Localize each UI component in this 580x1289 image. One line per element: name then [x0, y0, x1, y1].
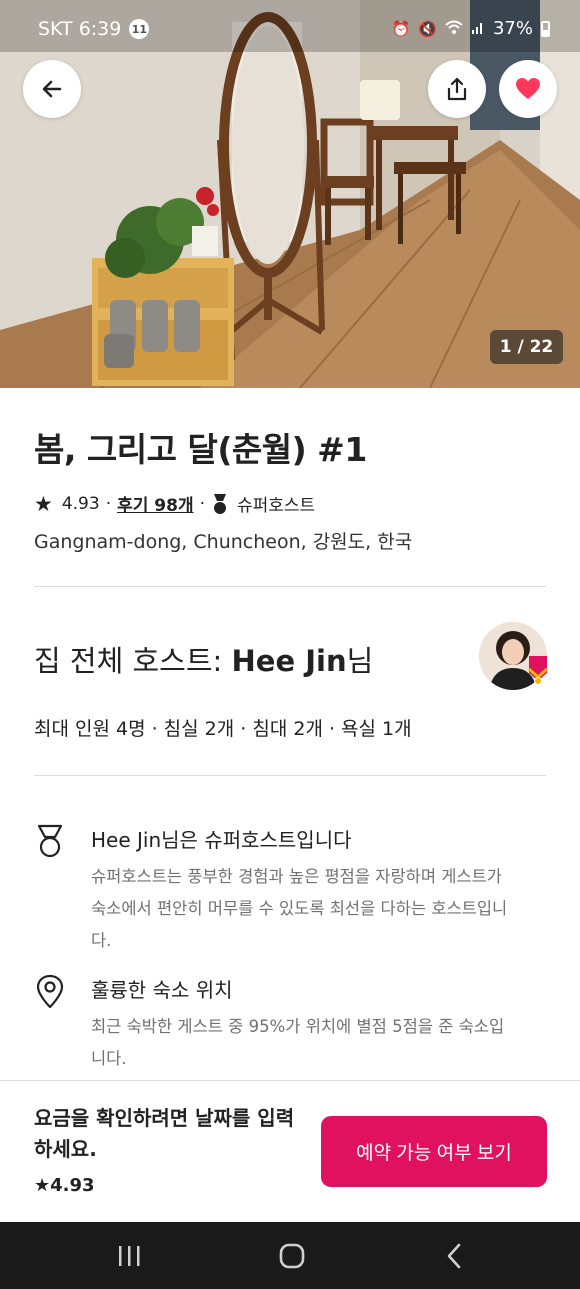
system-back-button[interactable] — [434, 1238, 474, 1274]
feature-title: 훌륭한 숙소 위치 — [91, 978, 233, 1002]
feature-title: Hee Jin님은 슈퍼호스트입니다 — [91, 828, 352, 852]
medal-icon — [37, 824, 63, 858]
host-name: Hee Jin — [231, 644, 347, 678]
superhost-medal-icon — [214, 493, 226, 514]
host-heading-prefix: 집 전체 호스트: — [34, 644, 232, 678]
feature-superhost: Hee Jin님은 슈퍼호스트입니다 슈퍼호스트는 풍부한 경험과 높은 평점을… — [34, 824, 534, 954]
home-button[interactable] — [272, 1238, 312, 1274]
divider — [34, 775, 546, 776]
carrier-time: SKT 6:39 — [38, 18, 122, 40]
superhost-label: 슈퍼호스트 — [237, 496, 316, 516]
star-icon: ★ — [34, 491, 53, 516]
reservation-bar: 요금을 확인하려면 날짜를 입력하세요. ★4.93 예약 가능 여부 보기 — [0, 1080, 580, 1222]
wifi-icon — [445, 20, 463, 38]
photo-counter: 1 / 22 — [490, 330, 563, 364]
status-left: SKT 6:39 11 — [38, 18, 150, 40]
status-right: ⏰ 🔇 37% — [392, 18, 550, 39]
arrow-left-icon — [42, 80, 62, 98]
alarm-icon: ⏰ — [391, 19, 411, 38]
listing-rating: 4.93 — [61, 493, 100, 514]
listing-meta: ★ 4.93 · 후기 98개 · 슈퍼호스트 — [34, 491, 316, 517]
share-icon — [447, 77, 467, 101]
back-button[interactable] — [23, 60, 81, 118]
check-availability-button[interactable]: 예약 가능 여부 보기 — [321, 1116, 547, 1187]
recent-apps-icon — [119, 1246, 140, 1266]
separator-dot: · — [199, 493, 205, 514]
signal-icon — [471, 20, 485, 38]
feature-location: 훌륭한 숙소 위치 최근 숙박한 게스트 중 95%가 위치에 별점 5점을 준… — [34, 974, 534, 1074]
feature-description: 슈퍼호스트는 풍부한 경험과 높은 평점을 자랑하며 게스트가 숙소에서 편안히… — [91, 867, 508, 950]
listing-location[interactable]: Gangnam-dong, Chuncheon, 강원도, 한국 — [34, 527, 412, 554]
share-button[interactable] — [428, 60, 486, 118]
host-heading: 집 전체 호스트: Hee Jin님 — [34, 638, 373, 680]
listing-title: 봄, 그리고 달(춘월) #1 — [34, 430, 367, 469]
chevron-left-icon — [447, 1243, 461, 1269]
heart-icon — [516, 78, 540, 99]
bottom-rating-value: 4.93 — [50, 1175, 95, 1196]
reviews-link[interactable]: 후기 98개 — [117, 491, 194, 516]
battery-icon — [541, 20, 550, 37]
home-icon — [279, 1243, 305, 1269]
host-name-suffix: 님 — [346, 644, 374, 678]
mute-icon: 🔇 — [418, 19, 437, 38]
battery-percent: 37% — [492, 18, 533, 39]
feature-description: 최근 숙박한 게스트 중 95%가 위치에 별점 5점을 준 숙소입니다. — [91, 1017, 505, 1068]
divider — [34, 586, 546, 587]
capacity-summary: 최대 인원 4명 · 침실 2개 · 침대 2개 · 욕실 1개 — [34, 718, 412, 740]
recent-apps-button[interactable] — [109, 1238, 149, 1274]
star-icon: ★ — [34, 1175, 51, 1196]
notification-count-badge: 11 — [129, 19, 150, 39]
separator-dot: · — [105, 493, 112, 514]
location-pin-icon — [36, 974, 64, 1009]
superhost-badge-icon — [528, 656, 548, 685]
system-nav-bar — [0, 1222, 580, 1289]
bottom-rating: ★4.93 — [34, 1175, 95, 1196]
status-bar: SKT 6:39 11 ⏰ 🔇 37% — [0, 0, 580, 58]
price-note[interactable]: 요금을 확인하려면 날짜를 입력하세요. — [34, 1103, 304, 1165]
favorite-button[interactable] — [499, 60, 557, 118]
